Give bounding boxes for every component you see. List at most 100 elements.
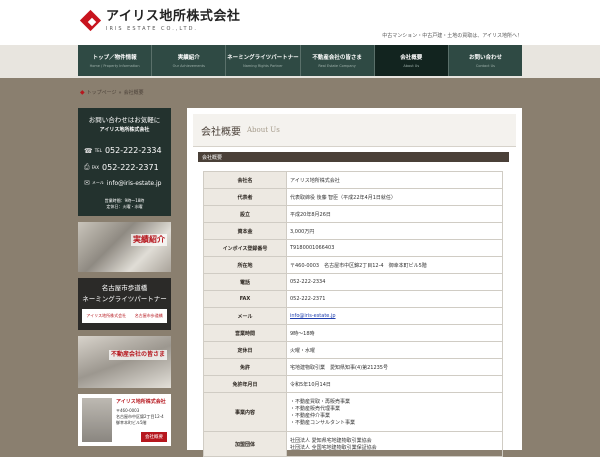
fax-icon: ⎙ [84, 163, 90, 171]
fax-row: ⎙ FAX 052-222-2371 [84, 163, 159, 172]
logo[interactable]: アイリス地所株式会社 IRIS ESTATE CO.,LTD. [79, 9, 241, 32]
mail-tag: メール [91, 180, 104, 185]
email-link[interactable]: info@iris-estate.jp [290, 313, 336, 319]
row-key: 所在地 [203, 256, 287, 274]
row-value: 令和5年10月14日 [286, 375, 503, 393]
nav-sublabel: Home / Property Information [89, 64, 140, 68]
row-key: 代表者 [203, 188, 287, 206]
row-key: メール [203, 307, 287, 325]
nav-item-naming-rights[interactable]: ネーミングライツパートナー Naming Rights Partner [226, 45, 301, 76]
office-button[interactable]: 会社概要 [141, 432, 167, 442]
table-row: 設立 平成20年8月26日 [203, 205, 503, 223]
nav-item-contact[interactable]: お問い合わせ Contact Us [449, 45, 522, 76]
partner-line2: ネーミングライツパートナー [82, 295, 167, 303]
table-row: 免許 宅地建物取引業 愛知県知事(4)第21235号 [203, 358, 503, 376]
tagline: 中古マンション・中古戸建・土地の買取は、アイリス地所へ！ [382, 33, 522, 39]
row-key: 免許年月日 [203, 375, 287, 393]
partner-panel: 名古屋市歩道橋 ネーミングライツパートナー アイリス地所株式会社 名古屋市歩道橋 [78, 278, 171, 330]
breadcrumb-current: 会社概要 [123, 90, 144, 96]
breadcrumb-home[interactable]: トップページ [87, 89, 117, 96]
partner-banner[interactable]: 名古屋市歩道橋 ネーミングライツパートナー アイリス地所株式会社 名古屋市歩道橋 [78, 278, 171, 330]
table-row: FAX 052-222-2371 [203, 290, 503, 308]
nav-label: トップ／物件情報 [92, 55, 137, 61]
fax-tag: FAX [91, 165, 100, 170]
sidebar: お問い合わせはお気軽に アイリス地所株式会社 ☎ TEL 052-222-233… [78, 108, 171, 446]
business-item: ・不動産買取・再販売事業 [290, 399, 351, 405]
page-title-bar: 会社概要 About Us [193, 114, 516, 147]
table-row: インボイス登録番号 T9180001066403 [203, 239, 503, 257]
row-value: 052-222-2371 [286, 290, 503, 308]
main-content: 会社概要 About Us 会社概要 会社名 アイリス地所株式会社 代表者 代表取締… [187, 108, 522, 457]
row-key: 会社名 [203, 171, 287, 189]
table-row: メール info@iris-estate.jp [203, 307, 503, 325]
tel-row[interactable]: ☎ TEL 052-222-2334 [84, 146, 162, 155]
row-key: 電話 [203, 273, 287, 291]
company-banner[interactable]: 不動産会社の皆さま [78, 336, 171, 388]
nav-sublabel: About Us [403, 64, 420, 68]
office-company: アイリス地所株式会社 [116, 399, 166, 405]
phone-icon: ☎ [84, 146, 93, 155]
main-nav: トップ／物件情報 Home / Property Information 実績紹介… [78, 45, 522, 76]
results-label: 実績紹介 [131, 234, 167, 246]
row-value: 平成20年8月26日 [286, 205, 503, 223]
breadcrumb: ◆ トップページ » 会社概要 [80, 89, 144, 96]
nav-sublabel: Contact Us [475, 64, 495, 68]
row-value: 火曜・水曜 [286, 341, 503, 359]
nav-item-top[interactable]: トップ／物件情報 Home / Property Information [78, 45, 153, 76]
table-row: 代表者 代表取締役 後藤 智臣（平成22年4月1日就任） [203, 188, 503, 206]
nav-item-achievements[interactable]: 実績紹介 Our Achievements [152, 45, 227, 76]
row-key: 資本金 [203, 222, 287, 240]
row-value: ・不動産買取・再販売事業 ・不動産販売代理事業 ・不動産仲介事業 ・不動産コンサ… [286, 392, 503, 432]
contact-box: お問い合わせはお気軽に アイリス地所株式会社 ☎ TEL 052-222-233… [78, 108, 171, 216]
nav-label: 不動産会社の皆さま [312, 55, 362, 61]
row-key: 加盟団体 [203, 431, 287, 457]
row-value: 9時～18時 [286, 324, 503, 342]
nav-item-about[interactable]: 会社概要 About Us [374, 45, 449, 76]
nav-label: 会社概要 [400, 55, 423, 61]
row-value: info@iris-estate.jp [286, 307, 503, 325]
fax-number: 052-222-2371 [102, 163, 159, 172]
table-row: 電話 052-222-2334 [203, 273, 503, 291]
nav-label: 実績紹介 [177, 55, 200, 61]
home-icon: ◆ [80, 89, 85, 96]
mail-row[interactable]: ✉ メール info@iris-estate.jp [84, 179, 162, 187]
table-row: 資本金 3,000万円 [203, 222, 503, 240]
office-address: 〒460-0003 名古屋市中区錦2丁目12-4 御幸本町ビル5階 [116, 408, 164, 426]
table-row: 定休日 火曜・水曜 [203, 341, 503, 359]
section-heading: 会社概要 [198, 152, 509, 162]
row-key: 免許 [203, 358, 287, 376]
nav-label: ネーミングライツパートナー [227, 55, 299, 61]
site-header: アイリス地所株式会社 IRIS ESTATE CO.,LTD. 中古マンション・… [0, 0, 600, 45]
row-value: 宅地建物取引業 愛知県知事(4)第21235号 [286, 358, 503, 376]
logo-subtext: IRIS ESTATE CO.,LTD. [106, 26, 199, 32]
partner-line1: 名古屋市歩道橋 [101, 284, 148, 292]
office-banner[interactable]: アイリス地所株式会社 〒460-0003 名古屋市中区錦2丁目12-4 御幸本町… [78, 394, 171, 446]
row-value: 代表取締役 後藤 智臣（平成22年4月1日就任） [286, 188, 503, 206]
row-value: T9180001066403 [286, 239, 503, 257]
company-info-table: 会社名 アイリス地所株式会社 代表者 代表取締役 後藤 智臣（平成22年4月1日就任… [203, 171, 503, 457]
results-banner[interactable]: 実績紹介 [78, 222, 171, 272]
mail-icon: ✉ [84, 179, 90, 187]
partner-strip-company: アイリス地所株式会社 [86, 313, 127, 318]
business-item: ・不動産コンサルタント事業 [290, 420, 356, 426]
results-photo: 実績紹介 [78, 222, 171, 272]
table-row: 会社名 アイリス地所株式会社 [203, 171, 503, 189]
org-item: 社団法人 愛知県宅地建物取引業協会 [290, 438, 372, 444]
nav-item-real-estate[interactable]: 不動産会社の皆さま Real Estate Company [301, 45, 375, 76]
company-photo: 不動産会社の皆さま [78, 336, 171, 388]
row-key: インボイス登録番号 [203, 239, 287, 257]
nav-sublabel: Our Achievements [172, 64, 205, 68]
company-label: 不動産会社の皆さま [108, 350, 167, 360]
office-panel: アイリス地所株式会社 〒460-0003 名古屋市中区錦2丁目12-4 御幸本町… [78, 394, 171, 446]
business-hours: 営業時間：9時～18時 定休日：火曜・水曜 [78, 198, 171, 210]
page-title: 会社概要 [201, 126, 241, 138]
tel-number: 052-222-2334 [104, 146, 162, 155]
row-value: アイリス地所株式会社 [286, 171, 503, 189]
contact-title: お問い合わせはお気軽に [88, 116, 161, 124]
row-value: 〒460-0003 名古屋市中区錦2丁目12-4 御幸本町ビル5階 [286, 256, 503, 274]
logo-text: アイリス地所株式会社 [106, 9, 241, 24]
row-value: 社団法人 愛知県宅地建物取引業協会 社団法人 全国宅地建物取引業保証協会 [286, 431, 503, 457]
table-row: 加盟団体 社団法人 愛知県宅地建物取引業協会 社団法人 全国宅地建物取引業保証協… [203, 431, 503, 457]
partner-strip: アイリス地所株式会社 名古屋市歩道橋 [82, 309, 167, 323]
row-key: 事業内容 [203, 392, 287, 432]
